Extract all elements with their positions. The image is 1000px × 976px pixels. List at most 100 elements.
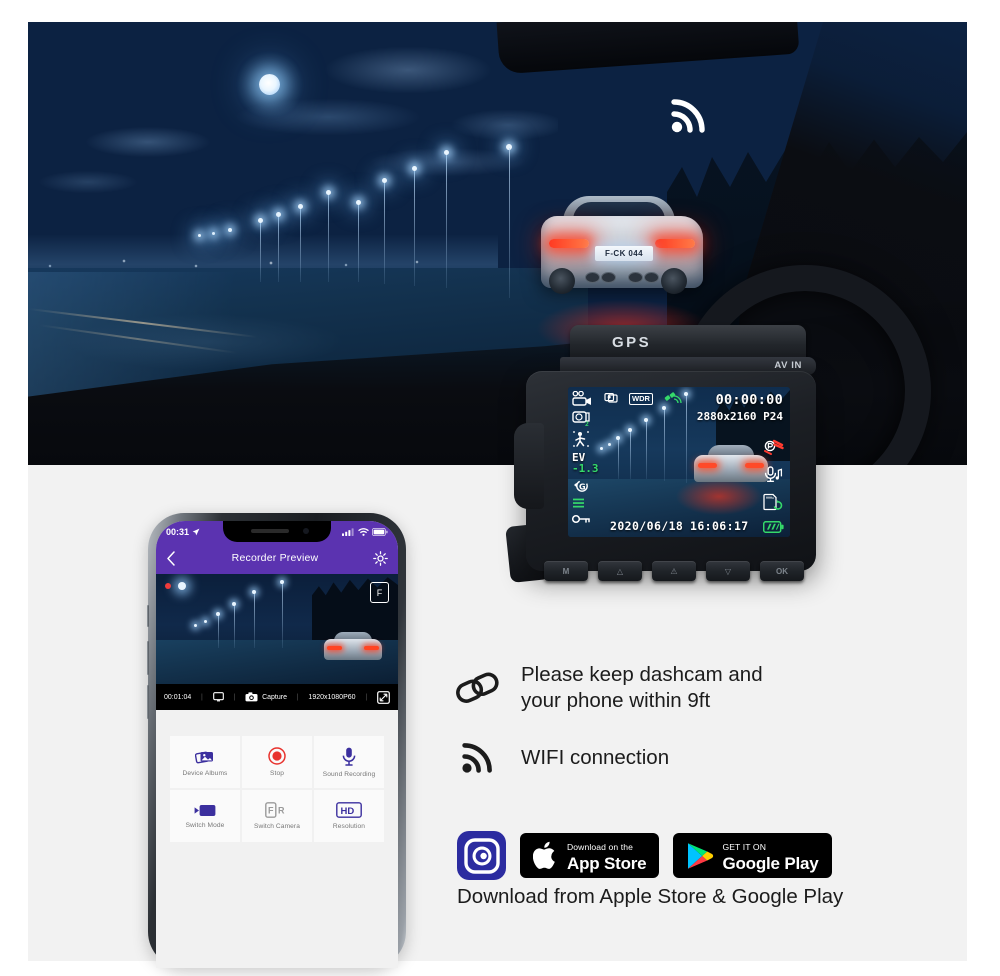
button-label: Sound Recording bbox=[322, 770, 376, 778]
wdr-icon: WDR bbox=[629, 392, 653, 405]
chain-link-icon bbox=[455, 670, 501, 706]
button-label: Device Albums bbox=[182, 769, 228, 777]
preview-resolution: 1920x1080P60 bbox=[308, 693, 356, 701]
gear-icon[interactable] bbox=[373, 550, 388, 566]
record-stop-icon bbox=[268, 747, 286, 765]
battery-icon bbox=[762, 521, 784, 533]
battery-icon bbox=[372, 527, 388, 536]
emergency-button[interactable]: ⚠ bbox=[652, 561, 696, 581]
svg-text:F: F bbox=[268, 806, 274, 816]
stop-button[interactable]: Stop bbox=[242, 736, 312, 788]
feature-text: Please keep dashcam and your phone withi… bbox=[521, 662, 763, 714]
phone-mockup: 00:31 Recorder Preview F 00:01:04 | | Ca… bbox=[147, 513, 406, 968]
button-label: Switch Camera bbox=[253, 823, 300, 830]
phone-screen: 00:31 Recorder Preview F 00:01:04 | | Ca… bbox=[156, 521, 398, 968]
sound-recording-button[interactable]: Sound Recording bbox=[314, 736, 384, 788]
ev-value: -1.3 bbox=[572, 462, 599, 475]
preview-toolbar: 00:01:04 | | Capture | 1920x1080P60 | bbox=[156, 684, 398, 710]
product-page: F-CK 044 GPS AV IN WDR 2 EV -1.3 G 00:00… bbox=[0, 0, 1000, 976]
capture-button[interactable]: Capture bbox=[245, 692, 287, 702]
video-camera-icon bbox=[194, 804, 216, 817]
preview-car bbox=[322, 632, 384, 662]
car-illustration: F-CK 044 bbox=[533, 194, 711, 304]
button-label: Switch Mode bbox=[185, 821, 225, 829]
hd-icon: HD bbox=[336, 802, 362, 818]
live-preview[interactable]: F bbox=[156, 574, 398, 684]
wifi-signal-icon bbox=[668, 94, 712, 136]
mode-button[interactable]: M bbox=[544, 561, 588, 581]
status-bar-time: 00:31 bbox=[166, 526, 190, 537]
button-label: Resolution bbox=[332, 823, 366, 830]
osd-left-icons: 2 EV -1.3 G bbox=[572, 391, 600, 524]
app-store-badge[interactable]: Download on the App Store bbox=[520, 833, 660, 878]
phone-mute-switch[interactable] bbox=[147, 605, 149, 627]
store-badges: Download on the App Store GET IT ON Goog… bbox=[457, 831, 832, 880]
osd-resolution: 2880x2160 P24 bbox=[696, 410, 783, 423]
av-in-label: AV IN bbox=[774, 360, 802, 371]
switch-mode-button[interactable]: Switch Mode bbox=[170, 790, 240, 842]
osd-date: 2020/06/18 bbox=[610, 519, 684, 533]
app-store-small-label: Download on the bbox=[567, 842, 633, 852]
key-lock-icon bbox=[572, 514, 592, 524]
g-sensor-icon: G bbox=[572, 479, 592, 493]
sd-card-loop-icon bbox=[762, 493, 784, 511]
loop-recording-icon: 2 bbox=[572, 411, 592, 426]
microphone-icon bbox=[763, 466, 783, 483]
google-play-badge[interactable]: GET IT ON Google Play bbox=[673, 833, 832, 878]
google-play-icon bbox=[686, 841, 714, 871]
recording-dot-icon bbox=[165, 583, 171, 589]
osd-car bbox=[692, 445, 770, 485]
switch-camera-button[interactable]: FR Switch Camera bbox=[242, 790, 312, 842]
location-arrow-icon bbox=[192, 528, 200, 536]
gps-satellite-icon bbox=[664, 392, 682, 405]
osd-recording-time: 00:00:00 bbox=[715, 392, 783, 408]
svg-text:HD: HD bbox=[341, 806, 355, 817]
expand-icon[interactable] bbox=[377, 690, 390, 704]
preview-elapsed: 00:01:04 bbox=[164, 693, 192, 701]
photo-mode-icon bbox=[604, 393, 618, 404]
feature-distance: Please keep dashcam and your phone withi… bbox=[455, 662, 925, 714]
app-header-bar: Recorder Preview bbox=[156, 542, 398, 574]
device-albums-button[interactable]: Device Albums bbox=[170, 736, 240, 788]
ok-button[interactable]: OK bbox=[760, 561, 804, 581]
svg-text:R: R bbox=[278, 806, 285, 816]
svg-text:G: G bbox=[579, 483, 586, 492]
camera-lens-housing bbox=[514, 423, 544, 509]
osd-clock: 16:06:17 bbox=[690, 519, 749, 533]
video-record-icon bbox=[572, 391, 594, 406]
chevron-left-icon[interactable] bbox=[166, 550, 177, 566]
app-store-large-label: App Store bbox=[567, 854, 647, 873]
motion-detection-icon bbox=[572, 431, 590, 447]
google-play-small-label: GET IT ON bbox=[722, 842, 766, 852]
osd-right-icons bbox=[760, 439, 786, 533]
button-label: Stop bbox=[270, 770, 284, 777]
front-camera-badge[interactable]: F bbox=[370, 582, 389, 603]
feature-list: Please keep dashcam and your phone withi… bbox=[455, 662, 925, 802]
phone-notch bbox=[223, 521, 331, 542]
svg-text:2: 2 bbox=[585, 420, 589, 426]
phone-volume-down-button[interactable] bbox=[147, 685, 149, 719]
dashcam-button-row: M △ ⚠ ▽ OK bbox=[544, 561, 804, 585]
dashcam-top-shell: GPS bbox=[570, 325, 806, 361]
feature-line-2: your phone within 9ft bbox=[521, 689, 711, 713]
microphone-icon bbox=[342, 747, 356, 766]
moon-icon bbox=[259, 74, 280, 95]
screen-icon[interactable] bbox=[212, 692, 224, 702]
page-title: Recorder Preview bbox=[231, 552, 319, 564]
camera-icon bbox=[245, 692, 258, 702]
capture-label: Capture bbox=[262, 693, 287, 701]
resolution-button[interactable]: HD Resolution bbox=[314, 790, 384, 842]
app-button-grid: Device Albums Stop Sound Recording Switc… bbox=[170, 736, 384, 842]
up-button[interactable]: △ bbox=[598, 561, 642, 581]
down-button[interactable]: ▽ bbox=[706, 561, 750, 581]
albums-icon bbox=[195, 748, 215, 765]
wifi-signal-icon bbox=[455, 740, 501, 776]
brand-label: GPS bbox=[612, 334, 652, 351]
phone-volume-up-button[interactable] bbox=[147, 641, 149, 675]
license-plate: F-CK 044 bbox=[595, 246, 653, 261]
dashcam-app-icon[interactable] bbox=[457, 831, 506, 880]
dashcam-body: WDR 2 EV -1.3 G 00:00:00 2880x2160 P24 2… bbox=[514, 371, 816, 571]
app-button-area: Device Albums Stop Sound Recording Switc… bbox=[156, 710, 398, 842]
feature-wifi: WIFI connection bbox=[455, 740, 925, 776]
cellular-signal-icon bbox=[342, 527, 355, 536]
